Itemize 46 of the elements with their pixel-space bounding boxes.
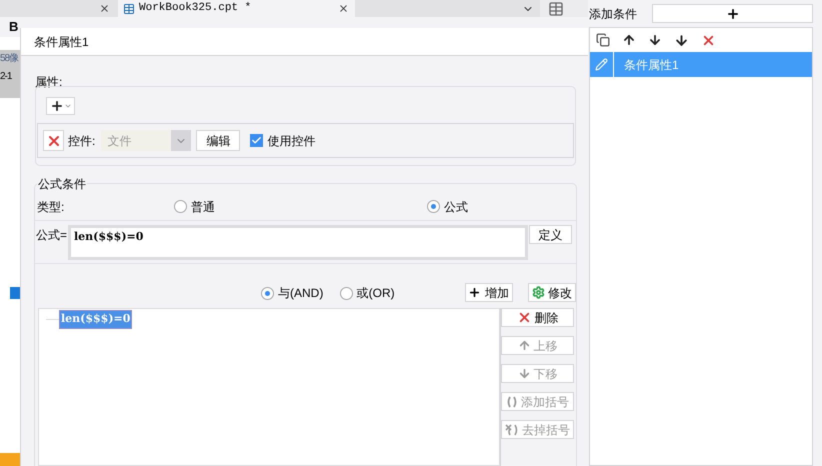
add-button[interactable]: 增加: [464, 283, 513, 302]
radio-label: 公式: [444, 198, 468, 216]
delete-button[interactable]: [43, 130, 64, 151]
side-button[interactable]: 删除: [501, 308, 574, 327]
parentheses-remove-icon: [505, 424, 519, 436]
parentheses-icon: [506, 396, 518, 408]
group-legend: 公式条件: [37, 175, 87, 193]
move-bottom-icon[interactable]: [674, 32, 689, 48]
radio-button[interactable]: [261, 286, 274, 300]
pencil-icon: [595, 58, 608, 71]
dialog-title: 条件属性1: [34, 34, 89, 50]
formula-label: 公式=: [36, 227, 68, 244]
widget-label: 控件:: [68, 132, 96, 150]
sheet-cell-text: 2-1: [0, 70, 12, 84]
spreadsheet-icon: [123, 2, 135, 14]
type-label: 类型:: [37, 198, 66, 216]
radio-label: 或(OR): [356, 285, 395, 302]
edit-button[interactable]: 编辑: [196, 130, 240, 151]
cell-marker: [10, 287, 20, 299]
copy-icon[interactable]: [596, 33, 610, 47]
plus-icon: [726, 6, 740, 20]
modify-button[interactable]: 修改: [528, 283, 576, 302]
radio-button[interactable]: [174, 200, 187, 213]
plus-icon: [50, 99, 64, 113]
close-icon[interactable]: [338, 3, 349, 14]
bold-button[interactable]: B: [9, 17, 18, 37]
add-dropdown-button[interactable]: [46, 97, 75, 115]
arrow-down-icon: [518, 367, 530, 380]
plus-icon: [468, 286, 482, 299]
define-button[interactable]: 定义: [529, 225, 572, 244]
checkbox-label: 使用控件: [267, 132, 316, 150]
sheet-cell-text: 58像: [0, 52, 18, 66]
arrow-up-icon: [518, 339, 530, 352]
radio-button[interactable]: [340, 286, 353, 300]
formula-input[interactable]: len($$$)=0: [68, 225, 528, 260]
sheet-tab-strip: [0, 453, 20, 466]
radio-label: 普通: [191, 198, 215, 216]
grid-icon[interactable]: [548, 1, 564, 17]
radio-label: 与(AND): [278, 285, 324, 302]
add-condition-label: 添加条件: [589, 6, 637, 22]
checkbox[interactable]: [250, 134, 264, 147]
condition-label: 条件属性1: [624, 56, 679, 74]
caret-icon: [64, 102, 72, 110]
radio-button[interactable]: [427, 200, 440, 213]
close-icon[interactable]: [99, 3, 110, 14]
gear-icon: [532, 286, 545, 299]
